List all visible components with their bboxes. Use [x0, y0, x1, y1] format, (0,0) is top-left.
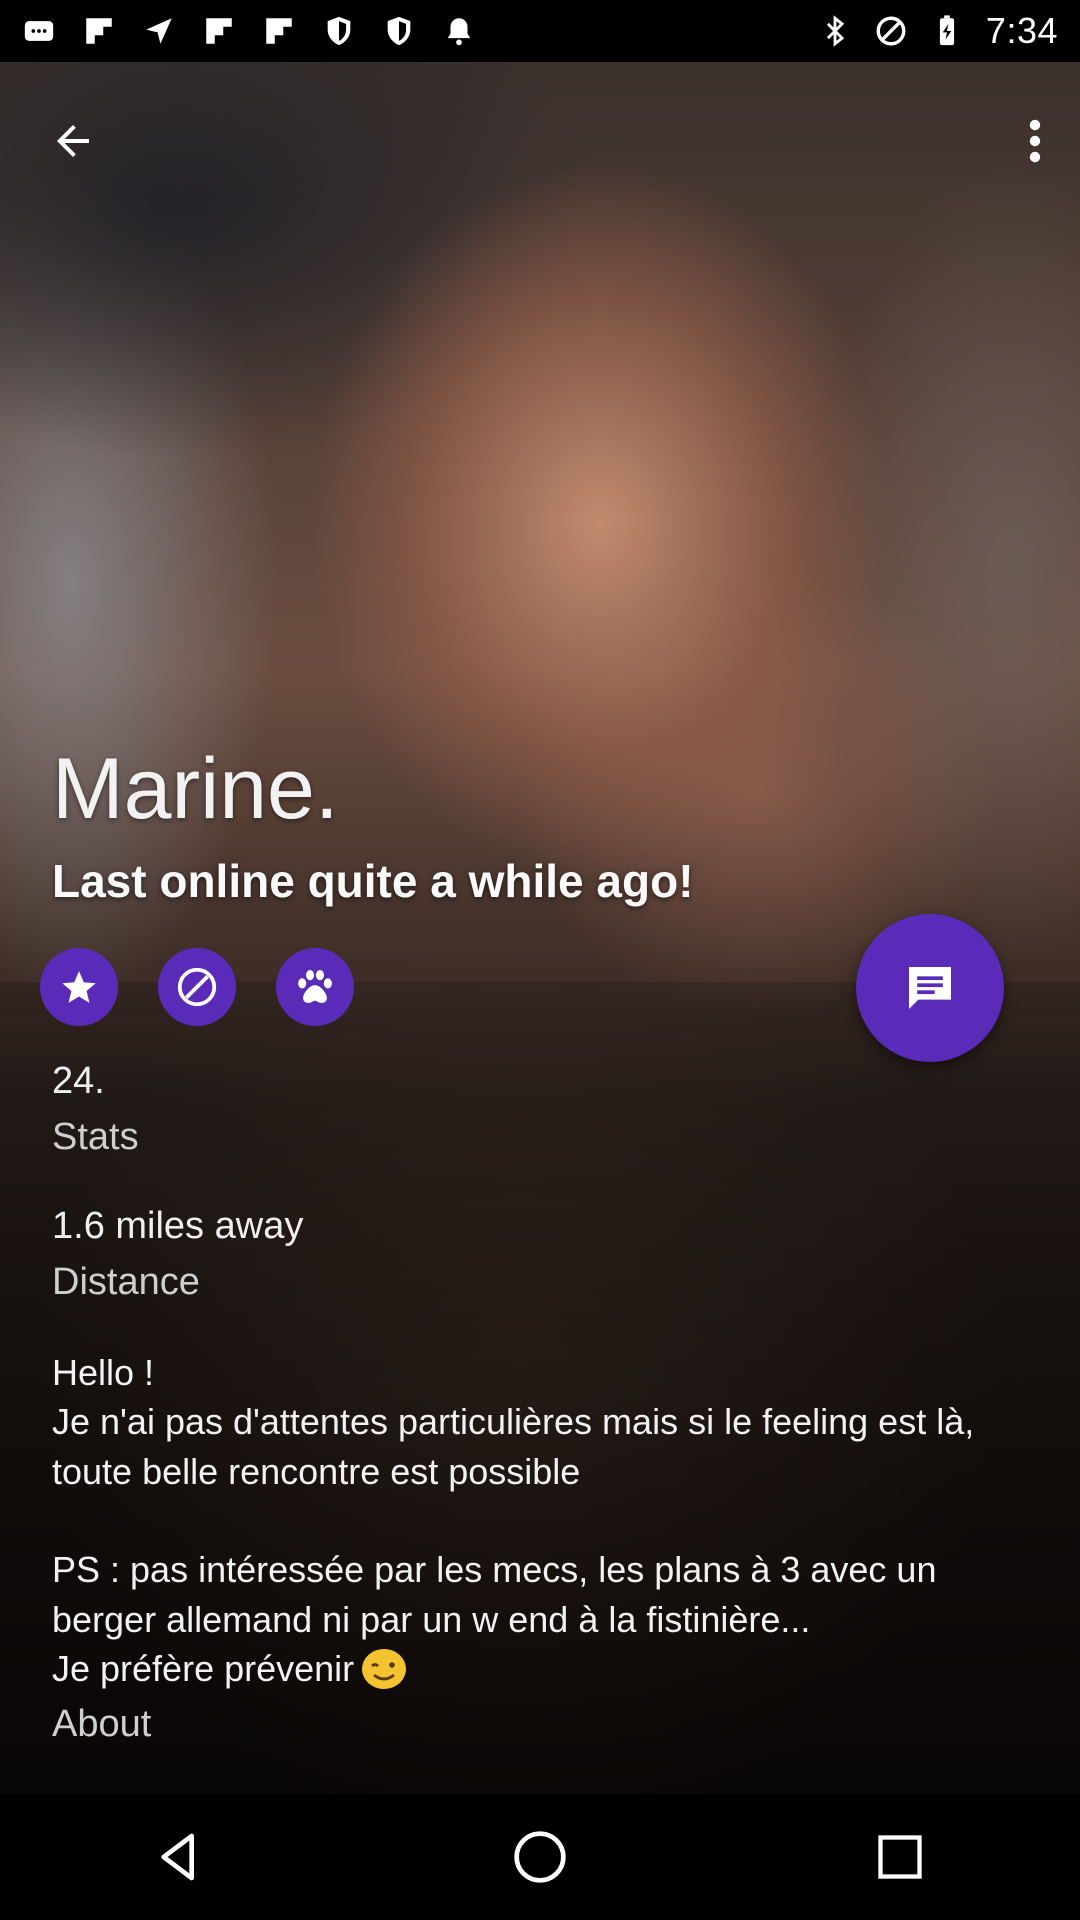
wink-emoji-icon [362, 1648, 407, 1689]
shield-icon [387, 16, 411, 46]
message-icon [24, 21, 54, 41]
block-user-button[interactable] [158, 948, 236, 1026]
favorite-button[interactable] [40, 948, 118, 1026]
about-body: Hello ! Je n'ai pas d'attentes particuli… [52, 1352, 975, 1689]
nav-recents-button[interactable] [855, 1812, 945, 1902]
chat-icon [909, 967, 951, 1009]
bluetooth-icon [826, 15, 845, 47]
about-text: Hello ! Je n'ai pas d'attentes particuli… [52, 1348, 1032, 1693]
nav-home-icon [514, 1831, 566, 1883]
nav-back-icon [161, 1833, 195, 1881]
navigation-bar [0, 1794, 1080, 1920]
profile-info: 24. Stats 1.6 miles away Distance Hello … [52, 1058, 1032, 1791]
status-bar-system: 7:34 [818, 10, 1058, 52]
profile-name: Marine. [52, 741, 339, 837]
location-icon [146, 18, 172, 44]
distance-value: 1.6 miles away [52, 1205, 304, 1247]
block-icon [876, 16, 906, 46]
flipboard-icon [206, 18, 232, 44]
distance-label: Distance [52, 1260, 200, 1303]
arrow-back-icon [57, 125, 89, 157]
more-options-button[interactable] [1012, 108, 1058, 174]
clock: 7:34 [985, 10, 1058, 51]
bell-icon [447, 18, 471, 46]
age-value: 24. [52, 1060, 105, 1102]
more-vert-icon [1029, 119, 1041, 163]
app-bar [0, 90, 1080, 180]
about-section: Hello ! Je n'ai pas d'attentes particuli… [52, 1348, 1032, 1749]
nav-back-button[interactable] [135, 1812, 225, 1902]
distance-section: 1.6 miles away Distance [52, 1203, 1032, 1306]
status-bar-notifications [22, 14, 476, 48]
paw-icon [298, 969, 332, 1003]
stats-section: 24. Stats [52, 1058, 1032, 1161]
flipboard-icon [86, 18, 112, 44]
back-button[interactable] [40, 108, 106, 174]
status-bar: 7:34 [0, 0, 1080, 62]
stats-label: Stats [52, 1115, 139, 1158]
nav-recents-icon [878, 1835, 922, 1879]
last-online-status: Last online quite a while ago! [52, 855, 694, 907]
battery-charging-icon [939, 15, 955, 46]
send-message-button[interactable] [856, 914, 1004, 1062]
about-label: About [52, 1703, 152, 1746]
profile-actions [40, 948, 354, 1026]
nav-home-button[interactable] [495, 1812, 585, 1902]
block-icon [177, 967, 217, 1007]
flipboard-icon [266, 18, 292, 44]
shield-icon [327, 16, 351, 46]
paw-button[interactable] [276, 948, 354, 1026]
star-icon [62, 971, 96, 1003]
